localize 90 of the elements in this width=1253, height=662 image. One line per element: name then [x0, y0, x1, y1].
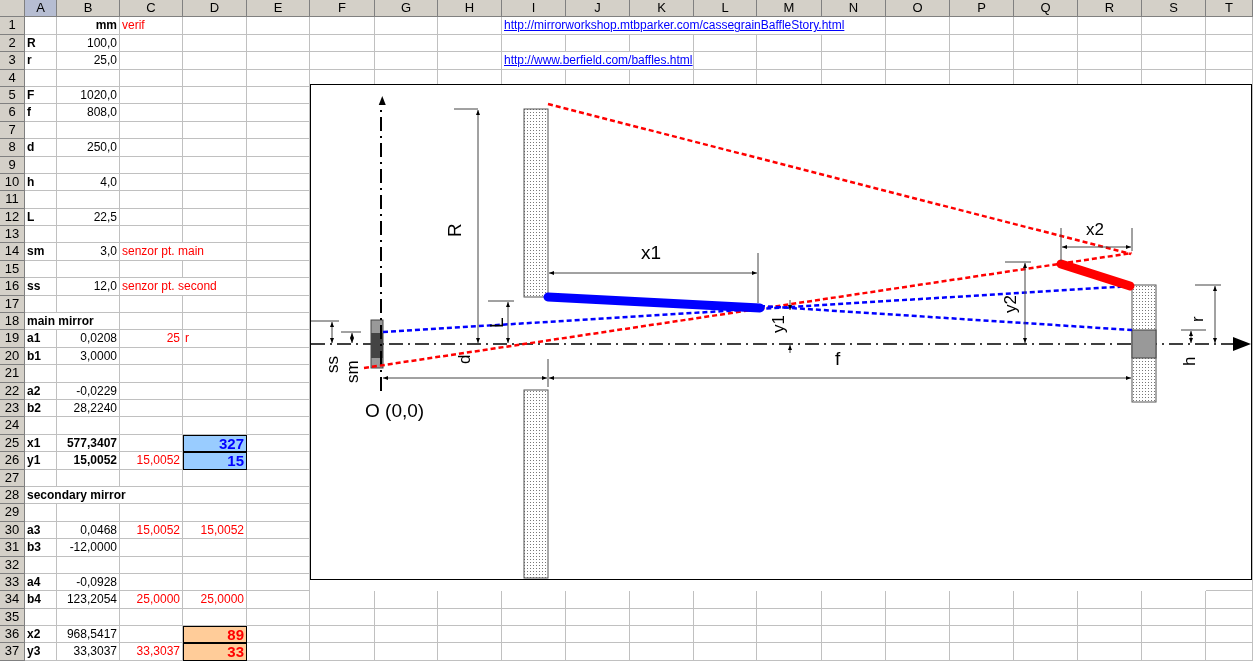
value-cell: 577,3407 — [66, 434, 117, 452]
dimension-label: R — [444, 223, 465, 237]
value-cell: -0,0928 — [76, 573, 117, 591]
row-header[interactable]: 18 — [0, 313, 25, 331]
check-value: 15,0052 — [136, 521, 180, 539]
value-cell: 4,0 — [100, 173, 117, 191]
value-cell: 33,3037 — [73, 643, 117, 660]
column-header[interactable]: C — [120, 0, 183, 18]
row-header[interactable]: 37 — [0, 643, 25, 661]
note-text: senzor pt. main — [122, 243, 205, 260]
hyperlink[interactable]: http://mirrorworkshop.mtbparker.com/cassegrainBaffleStory.html — [504, 17, 845, 34]
check-value: 25,0000 — [136, 591, 180, 608]
row-header[interactable]: 8 — [0, 139, 25, 157]
row-header[interactable]: 1 — [0, 17, 25, 35]
check-value: 25,0000 — [200, 591, 244, 608]
check-value: 33,3037 — [136, 643, 180, 660]
value-cell: 3,0 — [100, 243, 117, 260]
dimension-label: y1 — [769, 315, 788, 333]
dimension-label: r — [1188, 316, 1207, 322]
value-cell: 25,0 — [93, 52, 117, 69]
row-header[interactable]: 11 — [0, 191, 25, 209]
value-cell: 15,0052 — [73, 452, 117, 469]
dimension-label: ss — [323, 356, 342, 373]
dimension-label: h — [1180, 356, 1199, 366]
value-cell: 3,0000 — [80, 347, 117, 365]
column-header[interactable]: E — [247, 0, 310, 18]
row-header[interactable]: 34 — [0, 591, 25, 609]
result-cell: 15 — [183, 452, 247, 470]
value-cell: 12,0 — [93, 278, 117, 295]
column-header[interactable]: H — [438, 0, 502, 18]
value-cell: 123,2054 — [66, 591, 117, 608]
column-header[interactable]: R — [1078, 0, 1142, 18]
row-header[interactable]: 31 — [0, 539, 25, 557]
check-value: 25 — [166, 330, 180, 347]
dimension-label: sm — [343, 360, 362, 383]
column-header[interactable]: K — [630, 0, 694, 18]
dimension-label: x1 — [641, 242, 662, 263]
value-cell: 28,2240 — [73, 400, 117, 417]
value-cell: -0,0229 — [76, 382, 117, 399]
result-cell: 89 — [183, 626, 247, 644]
column-header[interactable]: B — [57, 0, 120, 18]
row-header[interactable]: 29 — [0, 504, 25, 522]
value-cell: 808,0 — [86, 104, 117, 121]
row-header[interactable]: 14 — [0, 243, 25, 261]
check-value: 15,0052 — [136, 452, 180, 469]
column-header[interactable]: T — [1206, 0, 1253, 18]
value-cell: 0,0208 — [80, 330, 117, 347]
dimension-label: L — [486, 317, 507, 328]
column-header[interactable]: M — [757, 0, 822, 18]
dimension-label: x2 — [1086, 220, 1104, 239]
column-header[interactable]: L — [694, 0, 757, 18]
value-cell: 250,0 — [86, 139, 117, 156]
dimension-label: f — [835, 348, 841, 369]
row-header[interactable]: 6 — [0, 104, 25, 122]
origin-label: O (0,0) — [365, 400, 425, 421]
hyperlink[interactable]: http://www.berfield.com/baffles.html — [504, 52, 693, 69]
note-text: senzor pt. second — [122, 278, 217, 295]
column-header[interactable]: G — [375, 0, 438, 18]
check-value: 15,0052 — [200, 521, 244, 539]
column-header[interactable]: J — [566, 0, 630, 18]
row-header[interactable]: 13 — [0, 226, 25, 244]
value-cell: mm — [95, 17, 117, 34]
result-cell: 33 — [183, 643, 247, 661]
row-label: y3 — [27, 643, 41, 660]
value-cell: 1020,0 — [80, 86, 117, 104]
column-header[interactable]: A — [25, 0, 57, 18]
value-cell: -12,0000 — [69, 539, 117, 556]
column-header[interactable]: O — [886, 0, 950, 18]
row-header[interactable]: 26 — [0, 452, 25, 470]
column-header[interactable]: P — [950, 0, 1014, 18]
column-header[interactable]: D — [183, 0, 247, 18]
value-cell: 100,0 — [86, 34, 117, 52]
row-header[interactable]: 21 — [0, 365, 25, 383]
column-header[interactable]: N — [822, 0, 886, 18]
value-cell: 0,0468 — [80, 521, 117, 539]
value-cell: 22,5 — [93, 208, 117, 226]
dimension-label: y2 — [1001, 295, 1020, 313]
row-label: y1 — [27, 452, 41, 469]
column-header[interactable]: F — [310, 0, 375, 18]
row-header[interactable]: 3 — [0, 52, 25, 70]
column-header[interactable]: Q — [1014, 0, 1078, 18]
row-header[interactable]: 24 — [0, 417, 25, 435]
column-header[interactable]: S — [1142, 0, 1206, 18]
row-label: main mirror — [27, 313, 94, 330]
row-header[interactable]: 36 — [0, 626, 25, 644]
column-header[interactable]: I — [502, 0, 566, 18]
dimension-label: d — [455, 354, 474, 364]
value-cell: 968,5417 — [66, 626, 117, 643]
row-header[interactable]: 19 — [0, 330, 25, 348]
row-header[interactable]: 16 — [0, 278, 25, 296]
